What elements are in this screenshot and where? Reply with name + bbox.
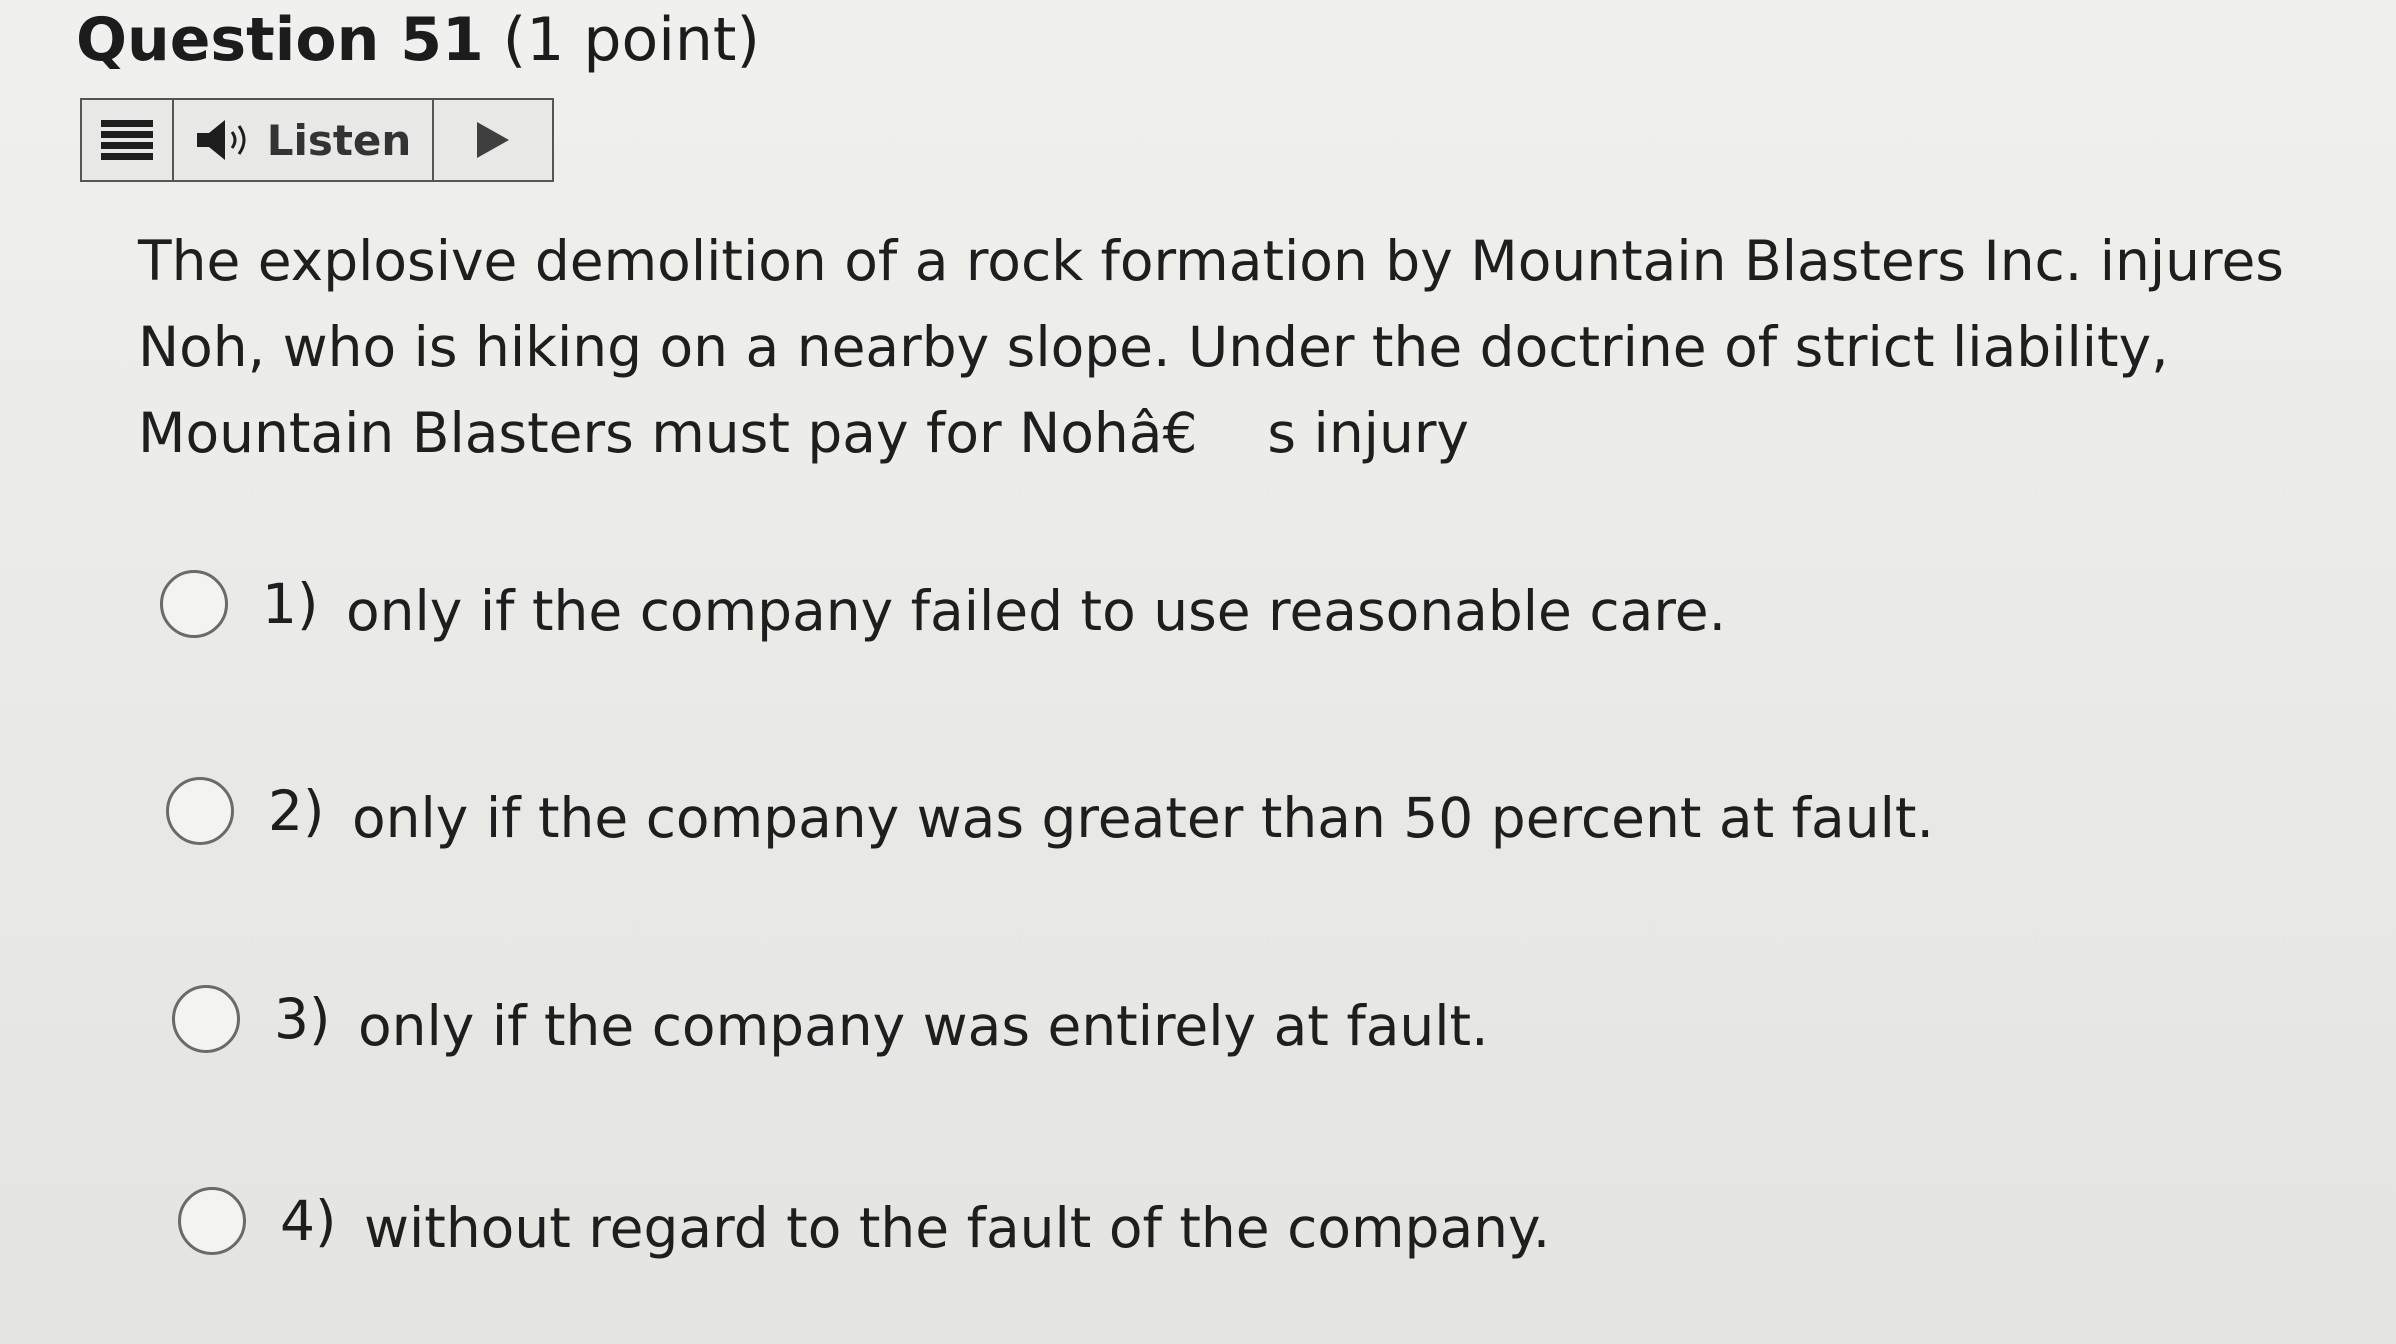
radio-button-4[interactable] xyxy=(178,1187,246,1255)
question-points: (1 point) xyxy=(502,5,760,75)
radio-button-3[interactable] xyxy=(172,985,240,1053)
question-header: Question 51 (1 point) xyxy=(76,4,760,76)
listen-label: Listen xyxy=(266,115,412,165)
listen-toolbar: Listen xyxy=(80,98,554,182)
question-title: Question 51 xyxy=(76,5,484,75)
option-text-1: only if the company failed to use reason… xyxy=(346,579,1727,643)
question-prompt: The explosive demolition of a rock forma… xyxy=(138,229,2302,465)
option-number-3: 3) xyxy=(274,987,331,1051)
option-text-2: only if the company was greater than 50 … xyxy=(352,786,1934,850)
answer-option-1[interactable]: 1) only if the company failed to use rea… xyxy=(160,565,1726,643)
play-button[interactable] xyxy=(434,100,552,180)
menu-icon xyxy=(101,120,153,160)
option-text-3: only if the company was entirely at faul… xyxy=(358,994,1489,1058)
option-number-1: 1) xyxy=(262,572,319,636)
radio-button-2[interactable] xyxy=(166,777,234,845)
speaker-icon xyxy=(196,120,246,160)
answer-option-2[interactable]: 2) only if the company was greater than … xyxy=(166,772,1934,850)
play-icon xyxy=(477,122,509,158)
answer-option-4[interactable]: 4) without regard to the fault of the co… xyxy=(178,1182,1550,1260)
option-number-4: 4) xyxy=(280,1189,337,1253)
radio-button-1[interactable] xyxy=(160,570,228,638)
answer-option-3[interactable]: 3) only if the company was entirely at f… xyxy=(172,980,1489,1058)
menu-button[interactable] xyxy=(82,100,174,180)
quiz-page: Question 51 (1 point) Listen The explosi… xyxy=(0,0,2396,1344)
listen-button[interactable]: Listen xyxy=(174,100,434,180)
option-text-4: without regard to the fault of the compa… xyxy=(364,1196,1551,1260)
option-number-2: 2) xyxy=(268,779,325,843)
